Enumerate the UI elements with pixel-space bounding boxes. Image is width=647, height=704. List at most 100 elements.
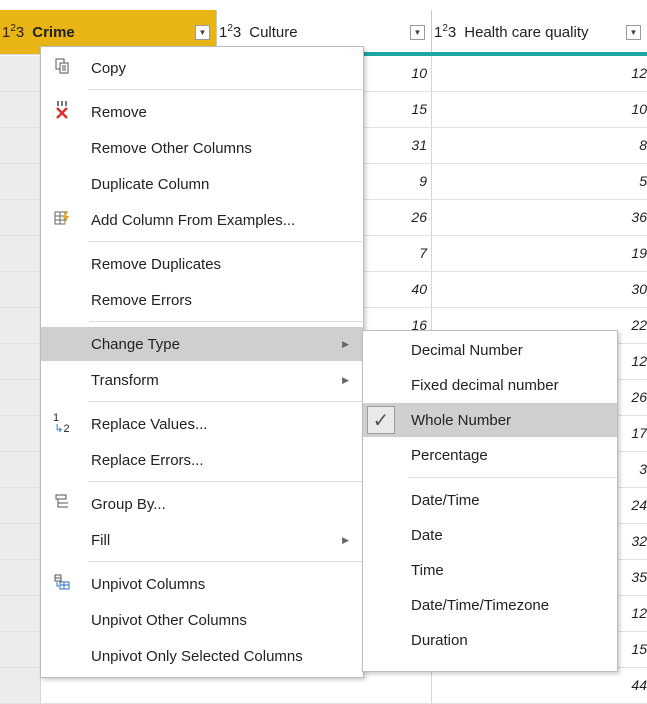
- type-option-date-time-timezone[interactable]: Date/Time/Timezone: [363, 588, 617, 622]
- menu-item-unpivot-only-selected-columns[interactable]: Unpivot Only Selected Columns: [41, 639, 363, 673]
- cell-health-care-quality[interactable]: 19: [432, 236, 647, 271]
- menu-item-remove-other-columns[interactable]: Remove Other Columns: [41, 131, 363, 165]
- type-option-fixed-decimal-number[interactable]: Fixed decimal number: [363, 368, 617, 402]
- row-number-cell[interactable]: [0, 236, 41, 271]
- type-option-date-time[interactable]: Date/Time: [363, 483, 617, 517]
- menu-item-transform[interactable]: Transform ▶: [41, 363, 363, 397]
- remove-icon: [51, 101, 73, 123]
- menu-item-label: Replace Errors...: [91, 451, 204, 469]
- menu-item-remove[interactable]: Remove: [41, 95, 363, 129]
- menu-item-remove-errors[interactable]: Remove Errors: [41, 283, 363, 317]
- cell-culture[interactable]: 40: [360, 272, 432, 307]
- menu-item-remove-duplicates[interactable]: Remove Duplicates: [41, 247, 363, 281]
- type-option-decimal-number[interactable]: Decimal Number: [363, 333, 617, 367]
- menu-item-change-type[interactable]: Change Type ▶: [41, 327, 363, 361]
- menu-separator: [89, 561, 363, 562]
- menu-item-replace-errors[interactable]: Replace Errors...: [41, 443, 363, 477]
- column-header-label: Culture: [249, 23, 298, 41]
- menu-item-label: Remove Duplicates: [91, 255, 222, 273]
- column-filter-dropdown-button[interactable]: ▼: [195, 24, 210, 40]
- menu-item-label: Remove: [91, 103, 147, 121]
- row-number-cell[interactable]: [0, 524, 41, 559]
- row-number-cell[interactable]: [0, 452, 41, 487]
- cell-culture[interactable]: 10: [360, 56, 432, 91]
- cell-health-care-quality[interactable]: 12: [432, 56, 647, 91]
- type-option-time[interactable]: Time: [363, 553, 617, 587]
- row-number-cell[interactable]: [0, 272, 41, 307]
- type-option-percentage[interactable]: Percentage: [363, 438, 617, 472]
- whole-number-type-icon[interactable]: 123: [2, 23, 24, 41]
- type-option-label: Date: [411, 526, 443, 544]
- type-option-date[interactable]: Date: [363, 518, 617, 552]
- column-context-menu: Copy Remove Remove Other Columns Duplica…: [40, 46, 364, 678]
- cell-culture[interactable]: 15: [360, 92, 432, 127]
- type-option-label: Fixed decimal number: [411, 376, 559, 394]
- cell-health-care-quality[interactable]: 36: [432, 200, 647, 235]
- menu-item-label: Unpivot Other Columns: [91, 611, 247, 629]
- menu-item-unpivot-columns[interactable]: Unpivot Columns: [41, 567, 363, 601]
- copy-icon: [51, 58, 73, 78]
- type-option-duration[interactable]: Duration: [363, 623, 617, 657]
- unpivot-icon: [51, 574, 73, 594]
- cell-culture[interactable]: 9: [360, 164, 432, 199]
- menu-item-label: Remove Other Columns: [91, 139, 252, 157]
- whole-number-type-icon[interactable]: 123: [434, 23, 456, 41]
- menu-item-copy[interactable]: Copy: [41, 51, 363, 85]
- row-number-cell[interactable]: [0, 164, 41, 199]
- column-header-health-care-quality[interactable]: 123 Health care quality ▼: [432, 10, 647, 54]
- row-number-cell[interactable]: [0, 560, 41, 595]
- group-by-icon: [51, 494, 73, 514]
- row-number-cell[interactable]: [0, 632, 41, 667]
- cell-culture[interactable]: 31: [360, 128, 432, 163]
- menu-item-add-column-from-examples[interactable]: Add Column From Examples...: [41, 203, 363, 237]
- cell-culture[interactable]: 26: [360, 200, 432, 235]
- cell-culture[interactable]: [360, 668, 432, 703]
- menu-item-duplicate-column[interactable]: Duplicate Column: [41, 167, 363, 201]
- submenu-arrow-icon: ▶: [342, 374, 349, 385]
- row-number-cell[interactable]: [0, 56, 41, 91]
- row-number-cell[interactable]: [0, 596, 41, 631]
- menu-item-label: Unpivot Only Selected Columns: [91, 647, 303, 665]
- type-option-label: Time: [411, 561, 444, 579]
- column-filter-dropdown-button[interactable]: ▼: [626, 24, 641, 40]
- replace-values-icon: 1 ↳2: [53, 412, 70, 435]
- menu-item-label: Fill: [91, 531, 111, 549]
- type-option-whole-number[interactable]: ✓ Whole Number: [363, 403, 617, 437]
- menu-item-label: Group By...: [91, 495, 166, 513]
- menu-item-label: Remove Errors: [91, 291, 192, 309]
- add-column-examples-icon: [51, 210, 73, 230]
- menu-separator: [89, 89, 363, 90]
- menu-item-label: Replace Values...: [91, 415, 208, 433]
- cell-health-care-quality[interactable]: 44: [432, 668, 647, 703]
- menu-item-label: Change Type: [91, 335, 180, 353]
- menu-item-fill[interactable]: Fill ▶: [41, 523, 363, 557]
- row-number-cell[interactable]: [0, 344, 41, 379]
- type-option-label: Date/Time: [411, 491, 480, 509]
- row-number-cell[interactable]: [0, 92, 41, 127]
- row-number-cell[interactable]: [0, 488, 41, 523]
- type-option-label: Percentage: [411, 446, 488, 464]
- column-header-label: Health care quality: [464, 23, 589, 41]
- menu-separator: [89, 401, 363, 402]
- row-number-cell[interactable]: [0, 200, 41, 235]
- row-number-cell[interactable]: [0, 416, 41, 451]
- row-number-cell[interactable]: [0, 308, 41, 343]
- menu-item-group-by[interactable]: Group By...: [41, 487, 363, 521]
- cell-culture[interactable]: 7: [360, 236, 432, 271]
- menu-item-unpivot-other-columns[interactable]: Unpivot Other Columns: [41, 603, 363, 637]
- cell-health-care-quality[interactable]: 5: [432, 164, 647, 199]
- row-number-cell[interactable]: [0, 128, 41, 163]
- cell-health-care-quality[interactable]: 10: [432, 92, 647, 127]
- column-filter-dropdown-button[interactable]: ▼: [410, 24, 425, 40]
- type-option-label: Duration: [411, 631, 468, 649]
- menu-item-label: Unpivot Columns: [91, 575, 206, 593]
- type-option-label: Date/Time/Timezone: [411, 596, 550, 614]
- row-number-cell[interactable]: [0, 380, 41, 415]
- whole-number-type-icon[interactable]: 123: [219, 23, 241, 41]
- cell-health-care-quality[interactable]: 30: [432, 272, 647, 307]
- cell-health-care-quality[interactable]: 8: [432, 128, 647, 163]
- type-option-label: Whole Number: [411, 411, 512, 429]
- submenu-arrow-icon: ▶: [342, 338, 349, 349]
- row-number-cell[interactable]: [0, 668, 41, 703]
- menu-item-replace-values[interactable]: 1 ↳2 Replace Values...: [41, 407, 363, 441]
